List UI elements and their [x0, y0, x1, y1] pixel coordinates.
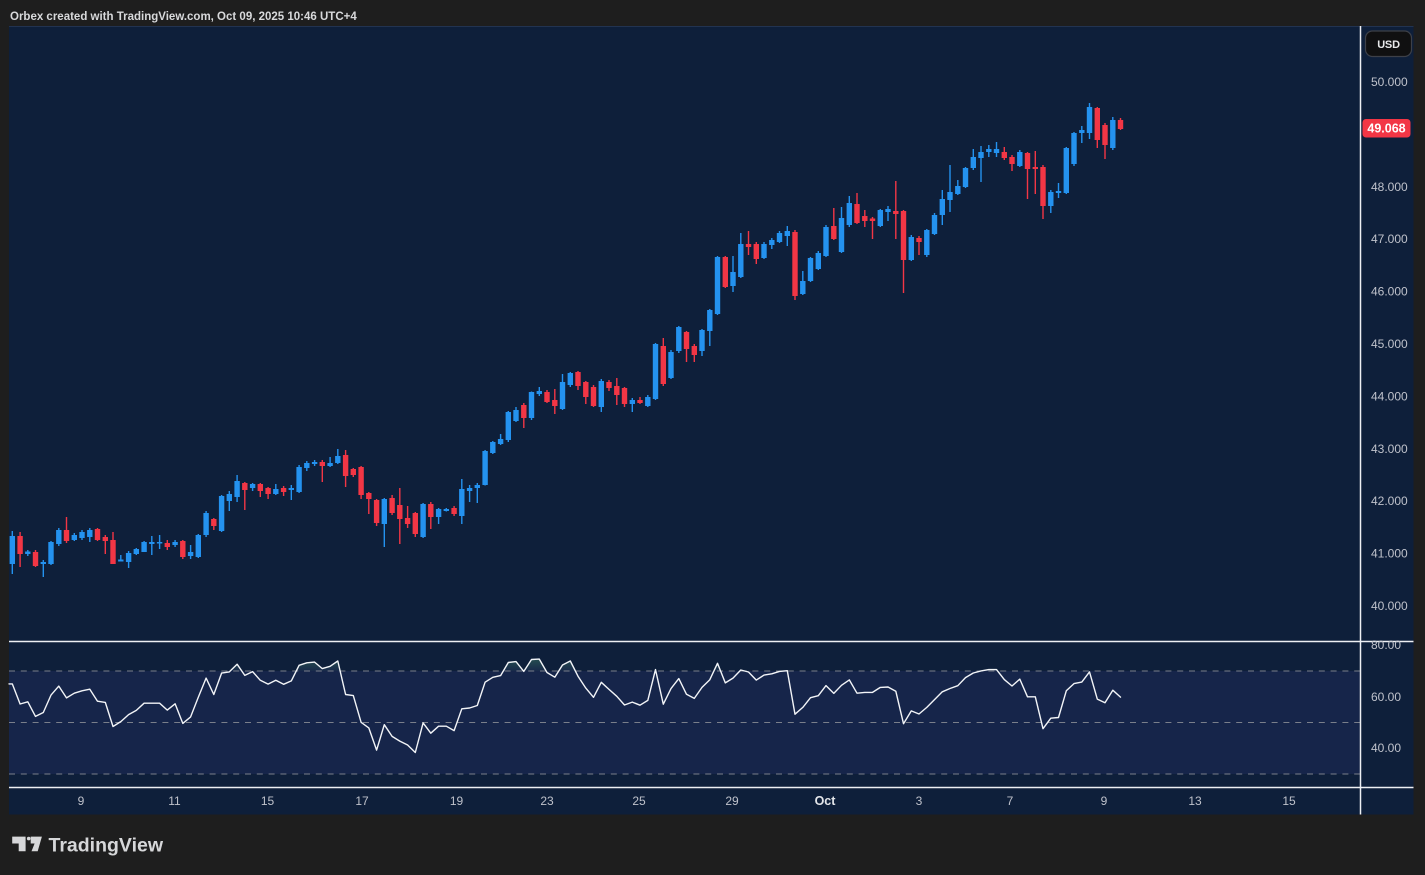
svg-text:29: 29: [725, 794, 739, 808]
svg-text:41.000: 41.000: [1371, 547, 1408, 561]
svg-text:7: 7: [1007, 794, 1014, 808]
svg-text:40.00: 40.00: [1371, 741, 1401, 755]
svg-text:23: 23: [540, 794, 554, 808]
svg-text:3: 3: [916, 794, 923, 808]
svg-text:9: 9: [1101, 794, 1108, 808]
svg-text:47.000: 47.000: [1371, 232, 1408, 246]
svg-text:9: 9: [78, 794, 85, 808]
svg-text:45.000: 45.000: [1371, 337, 1408, 351]
svg-text:44.000: 44.000: [1371, 389, 1408, 403]
svg-text:USD: USD: [1377, 39, 1400, 51]
svg-text:60.00: 60.00: [1371, 690, 1401, 704]
svg-text:15: 15: [261, 794, 275, 808]
svg-text:13: 13: [1188, 794, 1202, 808]
svg-text:17: 17: [355, 794, 369, 808]
svg-text:15: 15: [1282, 794, 1296, 808]
svg-text:19: 19: [450, 794, 464, 808]
svg-text:TradingView: TradingView: [49, 835, 164, 857]
svg-text:Oct: Oct: [815, 794, 837, 808]
svg-text:42.000: 42.000: [1371, 494, 1408, 508]
svg-text:25: 25: [632, 794, 646, 808]
svg-text:49.068: 49.068: [1367, 122, 1405, 136]
svg-text:40.000: 40.000: [1371, 599, 1408, 613]
svg-text:46.000: 46.000: [1371, 285, 1408, 299]
svg-text:48.000: 48.000: [1371, 180, 1408, 194]
svg-text:Orbex created with TradingView: Orbex created with TradingView.com, Oct …: [10, 11, 357, 23]
svg-text:80.00: 80.00: [1371, 638, 1401, 652]
svg-text:11: 11: [168, 794, 181, 808]
svg-text:43.000: 43.000: [1371, 442, 1408, 456]
svg-text:50.000: 50.000: [1371, 75, 1408, 89]
